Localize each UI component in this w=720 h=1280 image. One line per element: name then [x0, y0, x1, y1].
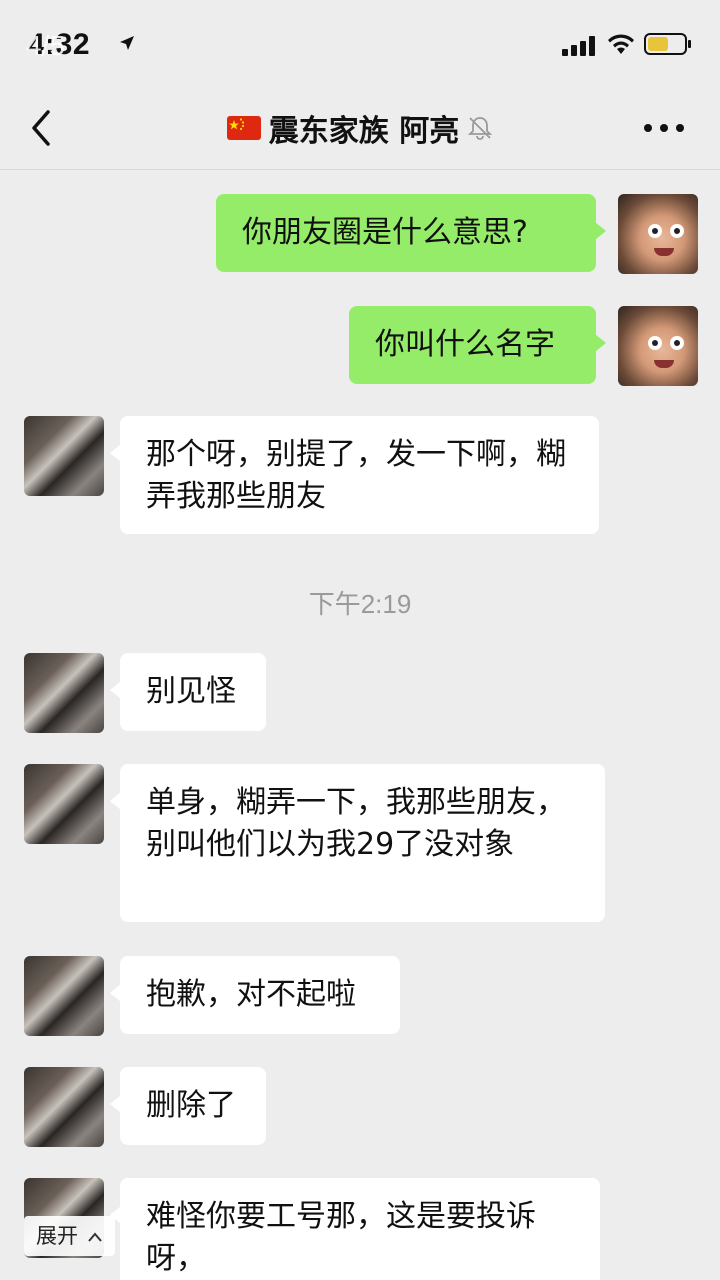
flag-icon	[226, 116, 261, 140]
message-bubble[interactable]: 别见怪	[110, 653, 266, 731]
avatar-contact[interactable]	[24, 956, 104, 1036]
battery-icon	[644, 33, 691, 55]
avatar-self[interactable]	[618, 194, 698, 274]
message-bubble[interactable]: 删除了	[110, 1067, 266, 1145]
avatar-contact[interactable]	[24, 653, 104, 733]
avatar-contact[interactable]	[24, 764, 104, 844]
chat-title: 震东家族 阿亮	[268, 114, 460, 149]
status-bar: 4:32 4/5	[0, 0, 720, 88]
message-bubble[interactable]: 抱歉，对不起啦	[110, 956, 400, 1034]
signal-icon	[562, 36, 595, 56]
chat-header: 震东家族 阿亮	[0, 88, 720, 170]
avatar-contact[interactable]	[24, 416, 104, 496]
avatar-contact[interactable]	[24, 1067, 104, 1147]
message-bubble[interactable]: 你叫什么名字	[349, 306, 606, 384]
message-bubble[interactable]: 难怪你要工号那，这是要投诉呀，	[110, 1178, 600, 1280]
mute-icon	[468, 117, 493, 140]
message-timestamp: 下午2:19	[308, 589, 412, 619]
expand-label: 展开	[36, 1224, 78, 1248]
avatar-self[interactable]	[618, 306, 698, 386]
message-bubble[interactable]: 你朋友圈是什么意思?	[216, 194, 606, 272]
message-bubble[interactable]: 那个呀，别提了，发一下啊，糊弄我那些朋友	[110, 416, 599, 534]
chat-title-group: 震东家族 阿亮	[0, 108, 720, 149]
chevron-up-icon	[87, 1232, 102, 1242]
expand-button[interactable]: 展开	[24, 1216, 115, 1256]
message-bubble[interactable]: 单身，糊弄一下，我那些朋友，别叫他们以为我29了没对象	[110, 764, 605, 922]
image-counter: 4/5	[26, 30, 65, 61]
wifi-icon	[608, 34, 634, 54]
more-options-icon[interactable]	[644, 124, 684, 132]
location-icon	[120, 36, 134, 50]
